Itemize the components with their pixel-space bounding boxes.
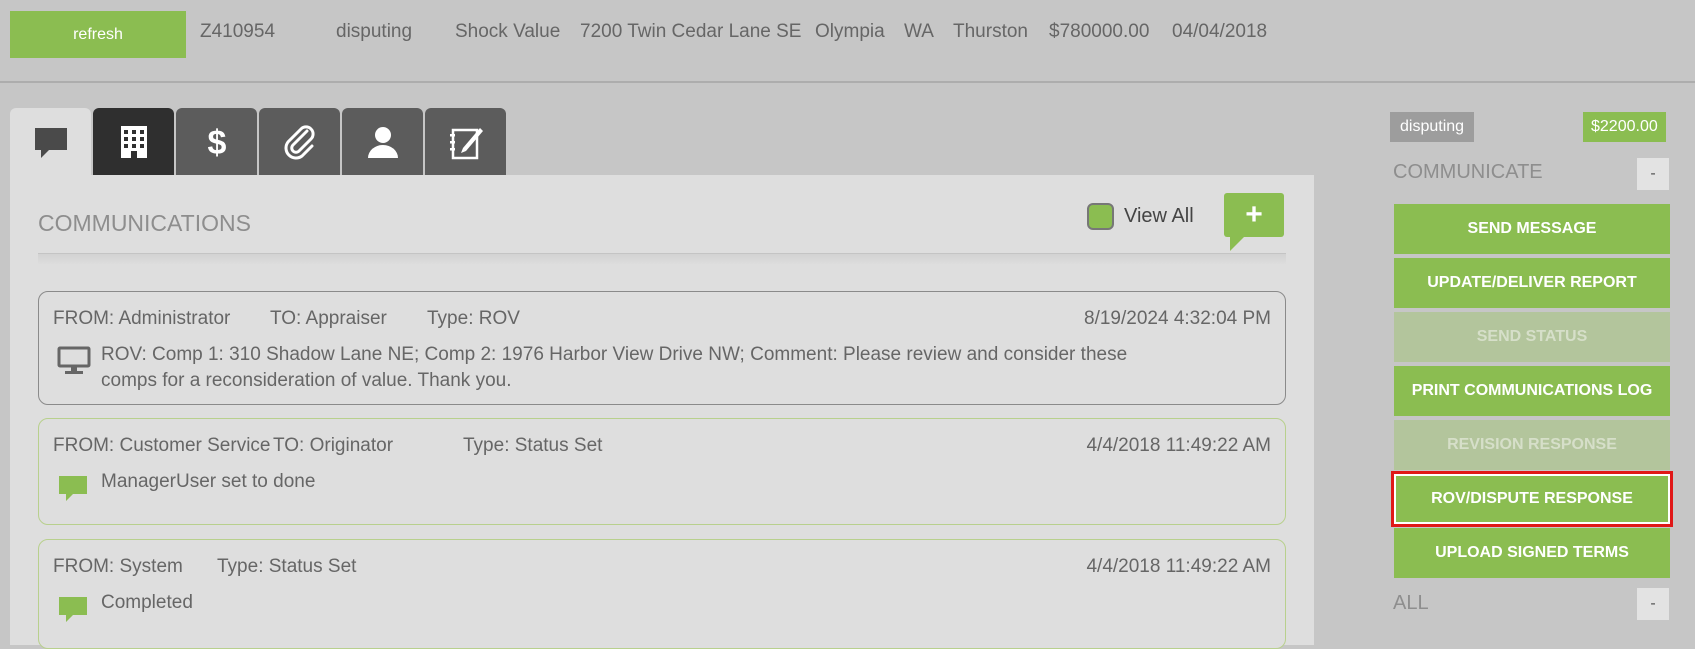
speech-bubble-icon — [59, 476, 87, 501]
message-item[interactable]: FROM: Administrator TO: Appraiser Type: … — [38, 291, 1286, 405]
tab-communications[interactable] — [10, 108, 91, 176]
borrower-name: Shock Value — [455, 21, 561, 42]
print-communications-log-button[interactable]: PRINT COMMUNICATIONS LOG — [1394, 366, 1670, 416]
message-to: TO: Appraiser — [270, 308, 387, 329]
property-address: 7200 Twin Cedar Lane SE — [580, 21, 802, 42]
message-date: 8/19/2024 4:32:04 PM — [1084, 308, 1271, 329]
tab-fees[interactable]: $ — [176, 108, 257, 176]
all-section-label: ALL — [1393, 592, 1429, 614]
refresh-button[interactable]: refresh — [10, 11, 186, 58]
message-from: FROM: Administrator — [53, 308, 231, 329]
communicate-collapse-button[interactable]: - — [1637, 158, 1669, 190]
send-message-button[interactable]: SEND MESSAGE — [1394, 204, 1670, 254]
svg-text:$: $ — [207, 124, 226, 162]
order-amount: $780000.00 — [1049, 21, 1150, 42]
property-county: Thurston — [953, 21, 1028, 42]
tab-attachments[interactable] — [259, 108, 340, 176]
communications-panel: COMMUNICATIONS View All + FROM: Administ… — [10, 175, 1314, 649]
property-city: Olympia — [815, 21, 885, 42]
speech-bubble-icon — [59, 597, 87, 622]
notebook-pen-icon — [449, 128, 483, 160]
send-status-button[interactable]: SEND STATUS — [1394, 312, 1670, 362]
order-date: 04/04/2018 — [1172, 21, 1268, 42]
tab-contacts[interactable] — [342, 108, 423, 176]
message-from: FROM: Customer Service — [53, 435, 271, 456]
panel-title: COMMUNICATIONS — [38, 210, 251, 236]
upload-signed-terms-button[interactable]: UPLOAD SIGNED TERMS — [1394, 528, 1670, 578]
message-body: Completed — [101, 592, 193, 613]
rov-dispute-response-button[interactable]: ROV/DISPUTE RESPONSE — [1391, 471, 1673, 527]
divider — [38, 253, 1286, 265]
revision-response-button[interactable]: REVISION RESPONSE — [1394, 420, 1670, 470]
speech-bubble-icon — [34, 128, 67, 158]
paperclip-icon — [284, 125, 315, 160]
status-badge: disputing — [1390, 112, 1475, 142]
message-type: Type: Status Set — [217, 556, 357, 577]
view-all-label: View All — [1124, 205, 1194, 227]
view-all-toggle[interactable]: View All — [1087, 203, 1194, 230]
add-message-button[interactable]: + — [1224, 193, 1284, 251]
message-body: ManagerUser set to done — [101, 471, 316, 492]
message-date: 4/4/2018 11:49:22 AM — [1086, 556, 1271, 577]
message-to: TO: Originator — [273, 435, 394, 456]
all-collapse-button[interactable]: - — [1637, 588, 1669, 620]
update-deliver-report-button[interactable]: UPDATE/DELIVER REPORT — [1394, 258, 1670, 308]
view-all-checkbox[interactable] — [1087, 203, 1114, 230]
message-date: 4/4/2018 11:49:22 AM — [1086, 435, 1271, 456]
tab-notes[interactable] — [425, 108, 506, 176]
section-tabs: $ — [10, 108, 508, 176]
message-from: FROM: System — [53, 556, 183, 577]
communicate-section-label: COMMUNICATE — [1393, 161, 1543, 183]
order-id: Z410954 — [200, 21, 276, 42]
monitor-icon — [57, 346, 91, 374]
property-state: WA — [904, 21, 934, 42]
message-item[interactable]: FROM: Customer Service TO: Originator Ty… — [38, 418, 1286, 525]
tab-property[interactable] — [93, 108, 174, 176]
dollar-icon: $ — [207, 124, 226, 162]
message-type: Type: ROV — [427, 308, 520, 329]
order-header: refresh Z410954 disputing Shock Value 72… — [0, 0, 1695, 83]
order-status: disputing — [336, 21, 413, 42]
building-icon — [120, 126, 147, 158]
message-item[interactable]: FROM: System Type: Status Set 4/4/2018 1… — [38, 539, 1286, 649]
person-icon — [367, 127, 398, 158]
message-type: Type: Status Set — [463, 435, 603, 456]
message-body: ROV: Comp 1: 310 Shadow Lane NE; Comp 2:… — [101, 344, 1128, 391]
fee-badge: $2200.00 — [1583, 112, 1666, 142]
